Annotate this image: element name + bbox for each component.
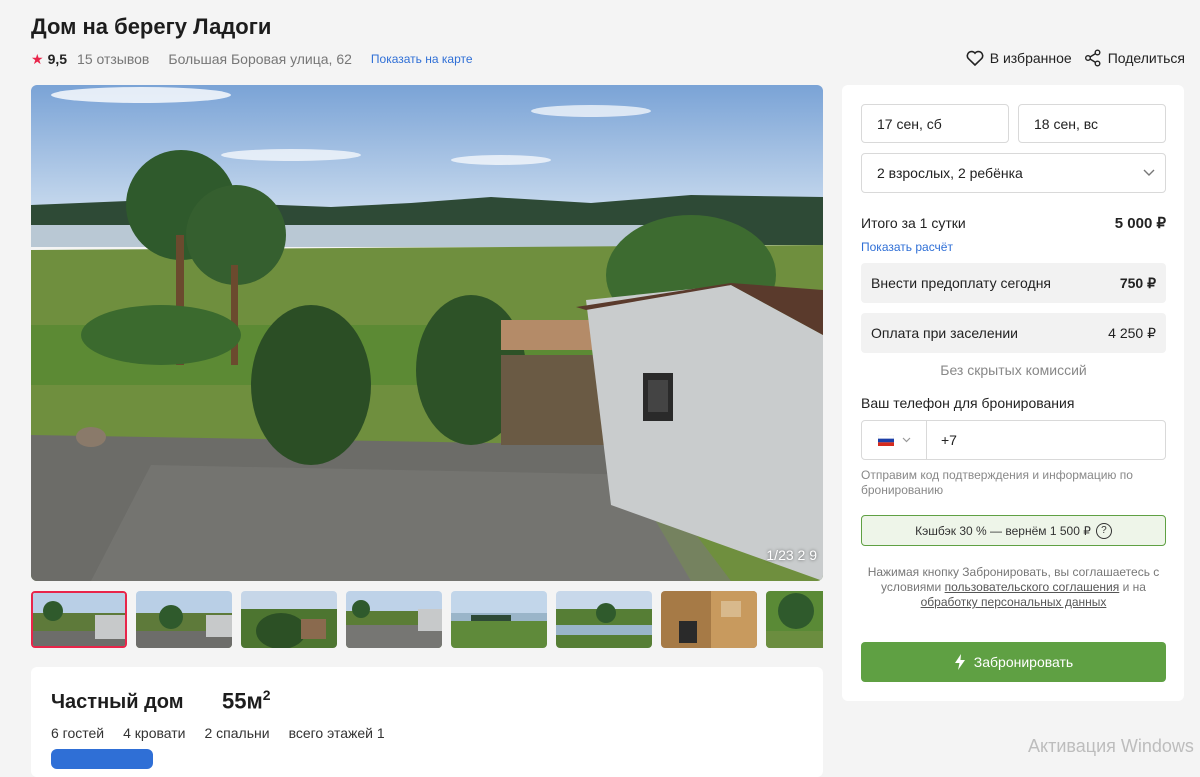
main-photo[interactable]: 1/23 2 9 [31, 85, 823, 581]
checkout-date-field[interactable]: 18 сен, вс [1018, 104, 1166, 143]
personal-data-link[interactable]: обработку персональных данных [921, 595, 1107, 609]
phone-label: Ваш телефон для бронирования [861, 395, 1166, 411]
show-calculation-label[interactable]: Показать расчёт [861, 240, 953, 254]
book-button[interactable]: Забронировать [861, 642, 1166, 682]
reviews-link[interactable]: 15 отзывов [77, 51, 149, 67]
thumbnail[interactable] [241, 591, 337, 648]
share-button[interactable]: Поделиться [1084, 49, 1185, 67]
no-hidden-fees: Без скрытых комиссий [861, 362, 1166, 378]
property-facts: 6 гостей 4 кровати 2 спальни всего этаже… [51, 725, 404, 741]
guests-count: 6 гостей [51, 725, 105, 741]
prepay-value: 750 ₽ [1119, 274, 1156, 291]
phone-hint: Отправим код подтверждения и информацию … [861, 468, 1133, 497]
checkin-payment-label: Оплата при заселении [871, 325, 1018, 341]
total-label: Итого за 1 сутки [861, 215, 966, 231]
share-icon [1084, 49, 1101, 67]
terms-middle: и на [1122, 580, 1146, 594]
thumbnail[interactable] [346, 591, 442, 648]
page-title: Дом на берегу Ладоги [31, 14, 272, 39]
heart-icon [966, 50, 984, 66]
question-icon[interactable]: ? [1095, 522, 1112, 539]
address: Большая Боровая улица, 62 [168, 51, 352, 67]
rating-value: 9,5 [47, 51, 68, 67]
cashback-badge[interactable]: Кэшбэк 30 % — вернём 1 500 ₽ ? [861, 515, 1166, 546]
phone-prefix: +7 [941, 432, 957, 448]
property-type: Частный дом [51, 691, 184, 713]
phone-label-text: Ваш телефон для бронирования [861, 395, 1075, 411]
share-label: Поделиться [1107, 50, 1185, 66]
phone-input[interactable]: +7 [861, 420, 1166, 460]
russia-flag-icon [877, 434, 894, 446]
thumbnail[interactable] [136, 591, 232, 648]
terms-text: Нажимая кнопку Забронировать, вы соглаша… [861, 565, 1166, 610]
listing-info-card: Частный дом 55м2 6 гостей 4 кровати 2 сп… [31, 667, 823, 777]
thumbnail[interactable] [451, 591, 547, 648]
country-code-select[interactable] [862, 421, 927, 459]
thumbnail[interactable] [556, 591, 652, 648]
thumbnail[interactable] [31, 591, 127, 648]
booking-panel: 17 сен, сб 18 сен, вс 2 взрослых, 2 ребё… [842, 85, 1184, 701]
bedrooms-count: 2 спальни [204, 725, 270, 741]
beds-count: 4 кровати [123, 725, 186, 741]
guests-select[interactable]: 2 взрослых, 2 ребёнка [861, 153, 1166, 193]
prepay-row: Внести предоплату сегодня 750 ₽ [861, 263, 1166, 303]
property-area: 55м2 [222, 687, 271, 714]
listing-meta: ★ 9,5 15 отзывов Большая Боровая улица, … [31, 50, 473, 68]
cashback-text: Кэшбэк 30 % — вернём 1 500 ₽ [915, 523, 1091, 538]
checkin-payment-value: 4 250 ₽ [1108, 324, 1156, 341]
prepay-label: Внести предоплату сегодня [871, 275, 1052, 291]
thumbnail[interactable] [766, 591, 823, 648]
favorite-button[interactable]: В избранное [966, 50, 1072, 66]
show-calculation-link[interactable]: Показать расчёт [861, 240, 1166, 254]
no-hidden-fees-text: Без скрытых комиссий [940, 362, 1087, 378]
show-on-map-link[interactable]: Показать на карте [371, 52, 473, 66]
lightning-icon [954, 654, 965, 670]
total-row: Итого за 1 сутки 5 000 ₽ [861, 214, 1166, 232]
book-button-label: Забронировать [973, 654, 1074, 670]
chevron-down-icon [1143, 169, 1155, 176]
header-actions: В избранное Поделиться [954, 49, 1185, 67]
floors-count: всего этажей 1 [288, 725, 385, 741]
blue-button[interactable] [51, 749, 153, 769]
favorite-label: В избранное [989, 50, 1072, 66]
total-value: 5 000 ₽ [1114, 215, 1166, 232]
checkin-payment-row: Оплата при заселении 4 250 ₽ [861, 313, 1166, 353]
photo-counter: 1/23 2 9 [766, 547, 817, 563]
star-icon: ★ [31, 50, 44, 67]
windows-activation-watermark: Активация Windows [1028, 736, 1194, 756]
thumbnail-strip [31, 591, 823, 648]
thumbnail[interactable] [661, 591, 757, 648]
checkin-date-field[interactable]: 17 сен, сб [861, 104, 1009, 143]
chevron-down-icon [902, 437, 910, 443]
user-agreement-link[interactable]: пользовательского соглашения [945, 580, 1120, 594]
guests-select-value: 2 взрослых, 2 ребёнка [877, 165, 1023, 181]
